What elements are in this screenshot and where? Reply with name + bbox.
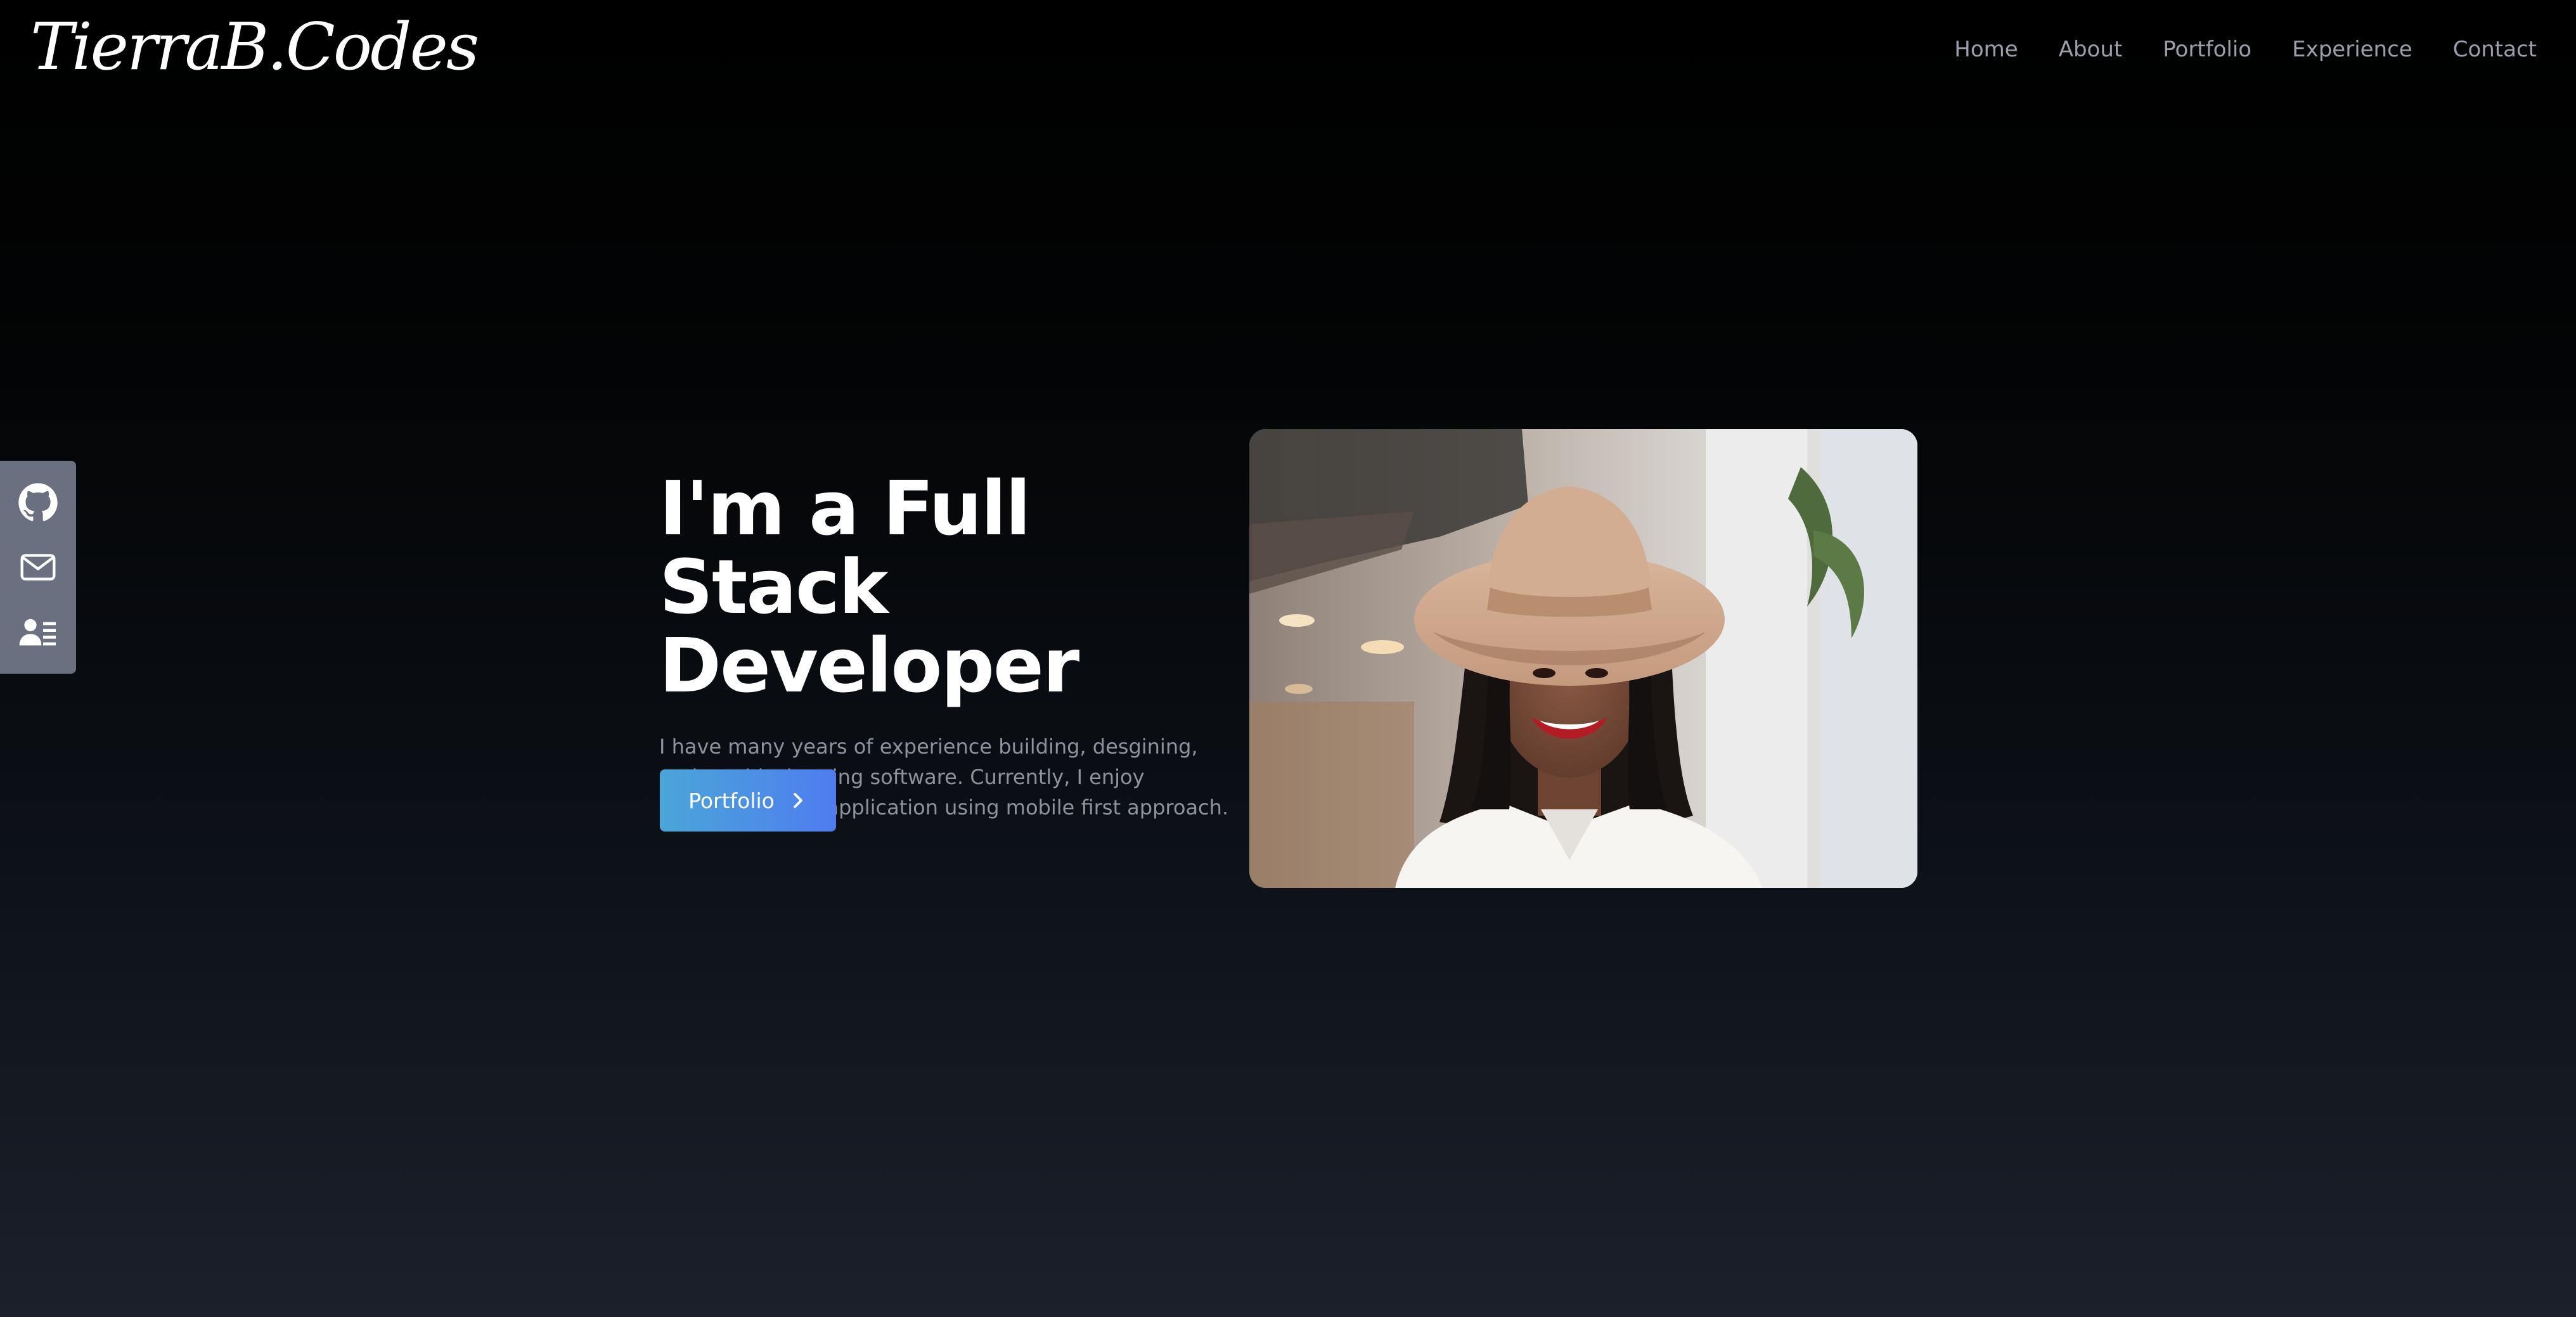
nav-link-experience[interactable]: Experience <box>2292 37 2412 62</box>
github-icon <box>18 483 58 522</box>
github-link[interactable] <box>15 480 61 525</box>
hero-heading-line-1: I'm a Full Stack <box>659 465 1031 631</box>
nav-link-portfolio[interactable]: Portfolio <box>2163 37 2251 62</box>
nav-links: Home About Portfolio Experience Contact <box>1954 32 2537 67</box>
profile-photo <box>1249 429 1917 888</box>
navbar: TierraB.Codes Home About Portfolio Exper… <box>0 0 2576 99</box>
hero-heading: I'm a Full Stack Developer <box>659 469 1242 705</box>
nav-link-home[interactable]: Home <box>1954 37 2018 62</box>
nav-link-about[interactable]: About <box>2059 37 2123 62</box>
social-sidebar <box>0 461 76 674</box>
nav-link-contact[interactable]: Contact <box>2453 37 2537 62</box>
chevron-right-icon <box>794 793 802 808</box>
resume-link[interactable] <box>15 609 61 655</box>
portfolio-button[interactable]: Portfolio <box>660 769 836 832</box>
resume-icon <box>19 619 56 646</box>
email-link[interactable] <box>15 544 61 590</box>
hero-heading-line-2: Developer <box>659 622 1079 709</box>
site-logo[interactable]: TierraB.Codes <box>30 6 479 89</box>
portfolio-button-label: Portfolio <box>688 788 775 813</box>
mail-icon <box>20 554 56 581</box>
